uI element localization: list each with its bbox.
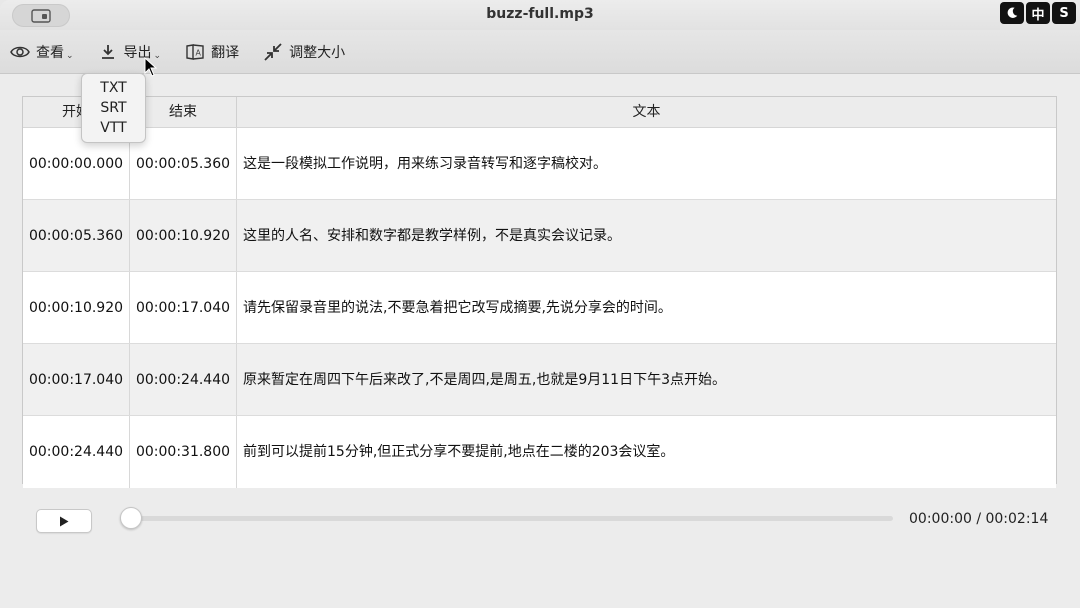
table-body: 00:00:00.000 00:00:05.360 这是一段模拟工作说明，用来练…: [23, 128, 1056, 488]
cell-text[interactable]: 前到可以提前15分钟,但正式分享不要提前,地点在二楼的203会议室。: [237, 416, 1056, 488]
view-label: 查看: [36, 44, 64, 61]
cell-start[interactable]: 00:00:05.360: [23, 200, 130, 271]
eye-icon: [10, 46, 30, 57]
table-row[interactable]: 00:00:00.000 00:00:05.360 这是一段模拟工作说明，用来练…: [23, 128, 1056, 200]
resize-button[interactable]: 调整大小: [263, 38, 345, 66]
header-text[interactable]: 文本: [237, 97, 1056, 127]
app-window: buzz-full.mp3 中 S 查看 ⌄ 导出 ⌄ A 翻译 调整大小 TX…: [0, 0, 1080, 608]
cell-start[interactable]: 00:00:10.920: [23, 272, 130, 343]
menu-item-vtt[interactable]: VTT: [82, 118, 145, 138]
translate-label: 翻译: [211, 44, 240, 61]
menu-item-txt[interactable]: TXT: [82, 78, 145, 98]
translate-icon: A: [186, 43, 204, 60]
table-row[interactable]: 00:00:05.360 00:00:10.920 这里的人名、安排和数字都是教…: [23, 200, 1056, 272]
table-row[interactable]: 00:00:10.920 00:00:17.040 请先保留录音里的说法,不要急…: [23, 272, 1056, 344]
cell-text[interactable]: 这里的人名、安排和数字都是教学样例，不是真实会议记录。: [237, 200, 1056, 271]
cell-end[interactable]: 00:00:10.920: [130, 200, 237, 271]
export-format-menu: TXT SRT VTT: [81, 73, 146, 143]
translate-button[interactable]: A 翻译: [185, 38, 239, 66]
playback-slider[interactable]: [120, 516, 893, 521]
cell-start[interactable]: 00:00:24.440: [23, 416, 130, 488]
svg-text:A: A: [196, 48, 202, 57]
input-method-icon[interactable]: 中: [1026, 2, 1050, 24]
table-row[interactable]: 00:00:24.440 00:00:31.800 前到可以提前15分钟,但正式…: [23, 416, 1056, 488]
table-row[interactable]: 00:00:17.040 00:00:24.440 原来暂定在周四下午后来改了,…: [23, 344, 1056, 416]
s-app-icon[interactable]: S: [1052, 2, 1076, 24]
play-button[interactable]: [36, 509, 92, 533]
play-icon: [60, 516, 69, 526]
transcript-table: 开始 结束 文本 00:00:00.000 00:00:05.360 这是一段模…: [22, 96, 1057, 488]
table-header: 开始 结束 文本: [23, 97, 1056, 128]
cell-end[interactable]: 00:00:24.440: [130, 344, 237, 415]
window-title: buzz-full.mp3: [486, 6, 594, 22]
chevron-down-icon: ⌄: [66, 50, 74, 61]
title-bar: buzz-full.mp3 中 S: [0, 0, 1080, 30]
cell-text[interactable]: 这是一段模拟工作说明，用来练习录音转写和逐字稿校对。: [237, 128, 1056, 199]
shrink-arrows-icon: [264, 42, 282, 61]
menu-item-srt[interactable]: SRT: [82, 98, 145, 118]
resize-label: 调整大小: [289, 44, 346, 61]
menu-bar-tray: 中 S: [1000, 2, 1076, 24]
download-icon: [101, 44, 114, 59]
cell-end[interactable]: 00:00:31.800: [130, 416, 237, 488]
view-button[interactable]: 查看 ⌄: [10, 38, 74, 66]
time-readout: 00:00:00 / 00:02:14: [909, 511, 1049, 527]
cell-text[interactable]: 原来暂定在周四下午后来改了,不是周四,是周五,也就是9月11日下午3点开始。: [237, 344, 1056, 415]
cell-end[interactable]: 00:00:17.040: [130, 272, 237, 343]
toolbar: 查看 ⌄ 导出 ⌄ A 翻译 调整大小: [0, 30, 1080, 74]
cell-text[interactable]: 请先保留录音里的说法,不要急着把它改写成摘要,先说分享会的时间。: [237, 272, 1056, 343]
playback-slider-knob[interactable]: [120, 507, 142, 529]
cell-end[interactable]: 00:00:05.360: [130, 128, 237, 199]
cell-start[interactable]: 00:00:17.040: [23, 344, 130, 415]
moon-icon[interactable]: [1000, 2, 1024, 24]
header-end[interactable]: 结束: [130, 97, 237, 127]
mouse-cursor-icon: [144, 57, 158, 77]
